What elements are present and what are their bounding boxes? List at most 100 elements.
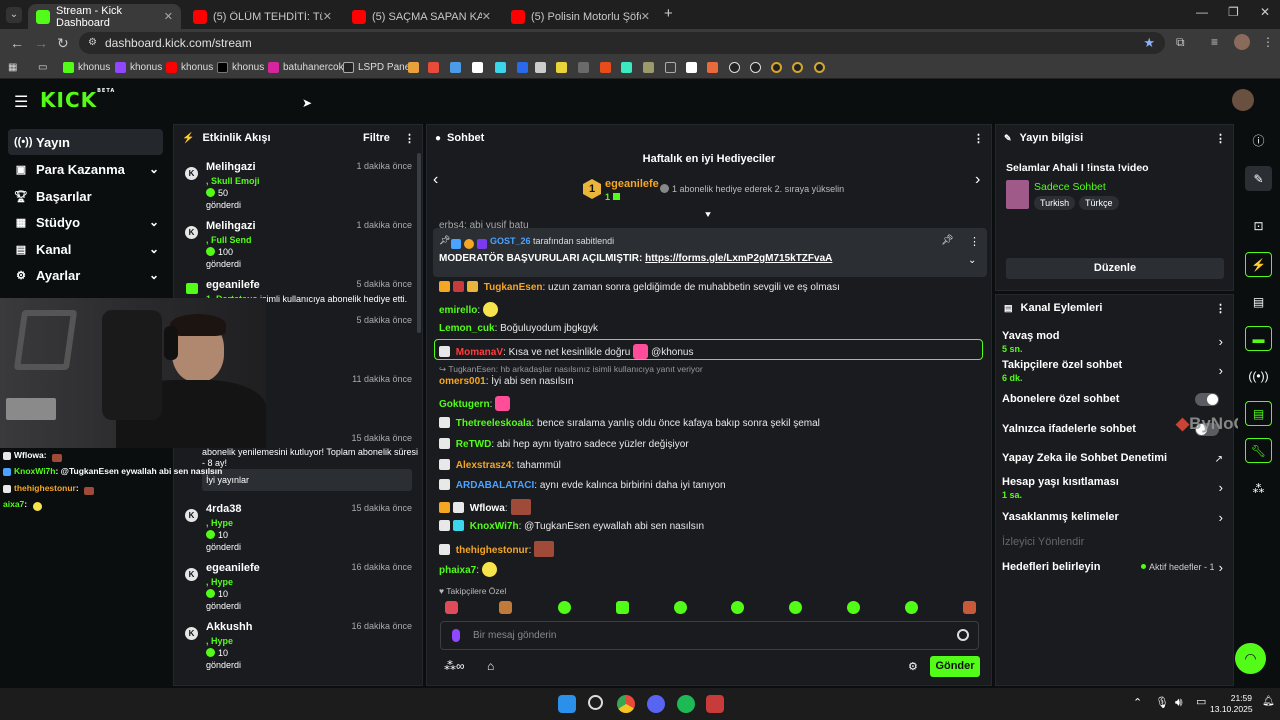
- emote-icon[interactable]: [499, 601, 512, 614]
- close-tab-icon[interactable]: ✕: [641, 10, 650, 23]
- stream-info-menu-icon[interactable]: ⋮: [1215, 132, 1226, 145]
- store-icon[interactable]: ⌂: [487, 659, 494, 673]
- tab-youtube-2[interactable]: (5) SAÇMA SAPAN KASKİ SSrida ✕: [344, 4, 499, 29]
- bookmark-icon[interactable]: [535, 60, 546, 75]
- volume-icon[interactable]: 🔊︎: [1175, 695, 1183, 710]
- hamburger-menu-icon[interactable]: ☰: [14, 92, 28, 112]
- tab-kick-dashboard[interactable]: Stream - Kick Dashboard ✕: [28, 4, 181, 29]
- unpin-icon[interactable]: 📌︎: [941, 235, 954, 246]
- nav-item-para-kazanma[interactable]: ▣ Para Kazanma ⌄: [8, 156, 163, 182]
- send-button[interactable]: Gönder: [930, 656, 980, 677]
- bookmark-star-icon[interactable]: ★: [1143, 32, 1155, 54]
- back-icon[interactable]: ←: [10, 35, 24, 51]
- slow-mode-row[interactable]: Yavaş mod 5 sn. ›: [1002, 330, 1227, 354]
- wrench-icon[interactable]: 🔧︎: [1245, 438, 1272, 463]
- chat-input[interactable]: Bir mesaj gönderin: [440, 621, 979, 650]
- close-tab-icon[interactable]: ✕: [482, 10, 491, 23]
- bookmark-icon[interactable]: [600, 60, 611, 75]
- nav-item-kanal[interactable]: ▤ Kanal ⌄: [8, 236, 163, 262]
- bookmark-icon[interactable]: [408, 60, 419, 75]
- bookmark-icon[interactable]: [495, 60, 506, 75]
- chat-icon[interactable]: ▬: [1245, 326, 1272, 351]
- channel-actions-menu-icon[interactable]: ⋮: [1215, 302, 1226, 315]
- restore-window-button[interactable]: ❐: [1228, 5, 1239, 19]
- bookmark-icon[interactable]: [665, 60, 676, 75]
- bookmark-khonus-x[interactable]: khonus: [217, 60, 264, 75]
- profile-avatar[interactable]: [1234, 34, 1250, 50]
- ai-moderation-row[interactable]: Yapay Zeka ile Sohbet Denetimi ↗: [1002, 452, 1227, 465]
- goals-row[interactable]: Hedefleri belirleyin Aktif hedefler - 1 …: [1002, 560, 1227, 575]
- kick-logo[interactable]: KICKBETA: [40, 88, 115, 112]
- bolt-icon[interactable]: ⚡: [1245, 252, 1272, 277]
- kick-bits-icon[interactable]: ⁂: [1245, 476, 1272, 501]
- emote-icon[interactable]: [558, 601, 571, 614]
- tab-search-icon[interactable]: ⌄: [6, 7, 22, 23]
- gifters-next-button[interactable]: ›: [975, 171, 980, 189]
- reload-icon[interactable]: ↻: [57, 35, 69, 52]
- network-icon[interactable]: ▭: [1196, 695, 1206, 708]
- emote-icon[interactable]: [445, 601, 458, 614]
- bookmark-icon[interactable]: [792, 60, 803, 75]
- filter-button[interactable]: Filtre: [363, 132, 390, 144]
- category-name[interactable]: Sadece Sohbet: [1034, 181, 1106, 193]
- chat-settings-icon[interactable]: ⚙: [908, 660, 918, 673]
- banned-words-row[interactable]: Yasaklanmış kelimeler ›: [1002, 510, 1227, 525]
- pinned-menu-icon[interactable]: ⋮: [969, 235, 980, 248]
- extensions-icon[interactable]: ⧉: [1176, 35, 1185, 50]
- microphone-icon[interactable]: [452, 629, 460, 642]
- apps-grid-icon[interactable]: ▦: [8, 60, 17, 75]
- user-avatar[interactable]: [1232, 89, 1254, 111]
- broadcast-icon[interactable]: ((•)): [1245, 363, 1272, 388]
- info-icon[interactable]: ⓘ: [1245, 128, 1272, 153]
- emote-icon[interactable]: [963, 601, 976, 614]
- edit-icon[interactable]: ✎: [1245, 166, 1272, 191]
- kick-bits-icon[interactable]: ⁂∞: [444, 659, 465, 673]
- tab-youtube-1[interactable]: (5) ÖLÜM TEHDİTİ: Türkiye'de Y ✕: [185, 4, 340, 29]
- edit-stream-button[interactable]: Düzenle: [1006, 258, 1224, 279]
- bookmark-icon[interactable]: [686, 60, 697, 75]
- emote-icon[interactable]: [789, 601, 802, 614]
- follower-only-row[interactable]: Takipçilere özel sohbet 6 dk. ›: [1002, 359, 1227, 383]
- bookmark-icon[interactable]: [450, 60, 461, 75]
- bookmark-khonus-twitch[interactable]: khonus: [115, 60, 162, 75]
- bookmark-icon[interactable]: [707, 60, 718, 75]
- url-input[interactable]: ⚙ dashboard.kick.com/stream ★: [79, 32, 1165, 54]
- activity-menu-icon[interactable]: ⋮: [404, 132, 415, 145]
- pinned-link[interactable]: https://forms.gle/LxmP2gM715kTZFvaA: [645, 253, 832, 264]
- notification-bell-icon[interactable]: 🔔︎: [1262, 696, 1275, 707]
- gifters-prev-button[interactable]: ‹: [433, 171, 438, 189]
- spotify-icon[interactable]: [677, 695, 695, 713]
- bookmark-icon[interactable]: [556, 60, 567, 75]
- tab-youtube-3[interactable]: (5) Polisin Motorlu Şöföre Çarp ✕: [503, 4, 658, 29]
- chat-menu-icon[interactable]: ⋮: [973, 132, 984, 145]
- bookmark-icon[interactable]: [621, 60, 632, 75]
- bookmark-icon[interactable]: [750, 60, 761, 75]
- bookmark-khonus-kick[interactable]: khonus: [63, 60, 110, 75]
- gifter-name[interactable]: egeanilefe: [605, 178, 659, 190]
- category-thumbnail[interactable]: [1006, 180, 1029, 209]
- menu-dots-icon[interactable]: ⋮: [1262, 35, 1274, 49]
- bookmark-batuhanercok[interactable]: batuhanercok: [268, 60, 344, 75]
- document-icon[interactable]: ▤: [1245, 289, 1272, 314]
- bookmark-icon[interactable]: [472, 60, 483, 75]
- bookmark-icon[interactable]: [428, 60, 439, 75]
- sub-only-toggle[interactable]: [1195, 393, 1219, 406]
- microphone-tray-icon[interactable]: 🎙︎: [1155, 696, 1169, 709]
- emote-icon[interactable]: [905, 601, 918, 614]
- activity-feed-icon[interactable]: ▤: [1245, 401, 1272, 426]
- discord-icon[interactable]: [647, 695, 665, 713]
- emote-icon[interactable]: [731, 601, 744, 614]
- bookmark-icon[interactable]: [771, 60, 782, 75]
- chrome-icon[interactable]: [617, 695, 635, 713]
- close-tab-icon[interactable]: ✕: [323, 10, 332, 23]
- bookmark-icon[interactable]: [729, 60, 740, 75]
- account-age-row[interactable]: Hesap yaşı kısıtlaması 1 sa. ›: [1002, 476, 1227, 500]
- nav-item-basarilar[interactable]: 🏆︎ Başarılar: [8, 183, 163, 209]
- scroll-to-bottom-icon[interactable]: ⯆: [704, 210, 712, 221]
- new-tab-button[interactable]: +: [664, 5, 673, 22]
- emoji-picker-icon[interactable]: [957, 629, 969, 641]
- nav-item-ayarlar[interactable]: ⚙ Ayarlar ⌄: [8, 262, 163, 288]
- bookmark-icon[interactable]: [578, 60, 589, 75]
- media-icon[interactable]: ≡: [1211, 35, 1218, 49]
- activity-scrollbar[interactable]: [417, 153, 421, 333]
